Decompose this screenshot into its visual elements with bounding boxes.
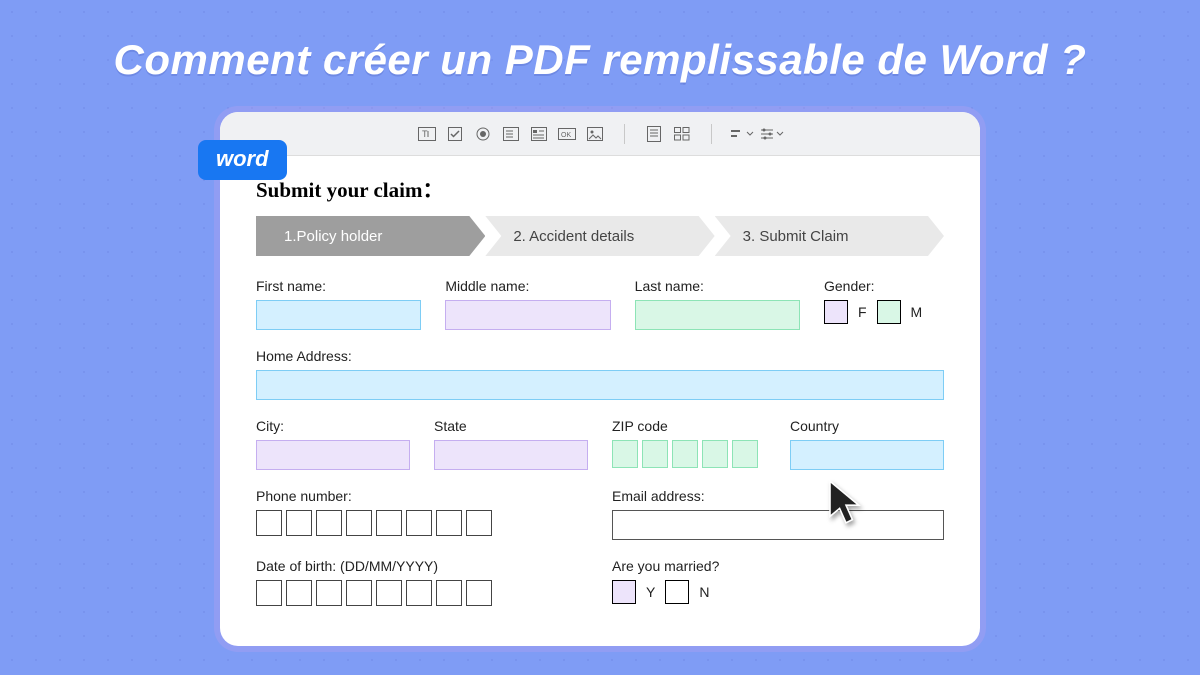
legacy-tools-icon[interactable]: [643, 124, 665, 144]
middle-name-label: Middle name:: [445, 278, 610, 294]
home-address-label: Home Address:: [256, 348, 944, 364]
zip-input[interactable]: [612, 440, 766, 468]
married-n-checkbox[interactable]: [665, 580, 689, 604]
radio-control-icon[interactable]: [472, 124, 494, 144]
gender-m-label: M: [911, 304, 923, 320]
married-n-label: N: [699, 584, 709, 600]
first-name-label: First name:: [256, 278, 421, 294]
dropdown-control-icon[interactable]: [528, 124, 550, 144]
phone-input[interactable]: [256, 510, 588, 536]
svg-text:T: T: [422, 129, 428, 139]
dob-label: Date of birth: (DD/MM/YYYY): [256, 558, 588, 574]
state-input[interactable]: [434, 440, 588, 470]
zip-label: ZIP code: [612, 418, 766, 434]
word-window: T OK Submit your claim： 1.Pol: [220, 112, 980, 646]
first-name-input[interactable]: [256, 300, 421, 330]
group-control-icon[interactable]: [671, 124, 693, 144]
middle-name-input[interactable]: [445, 300, 610, 330]
cursor-icon: [826, 478, 866, 526]
step-submit-claim[interactable]: 3. Submit Claim: [715, 216, 944, 256]
rich-text-control-icon[interactable]: T: [416, 124, 438, 144]
ribbon-toolbar: T OK: [220, 112, 980, 156]
step-indicator: 1.Policy holder 2. Accident details 3. S…: [256, 216, 944, 256]
step-accident-details[interactable]: 2. Accident details: [485, 216, 714, 256]
ribbon-separator: [624, 124, 625, 144]
date-picker-control-icon[interactable]: OK: [556, 124, 578, 144]
dob-input[interactable]: [256, 580, 588, 606]
last-name-input[interactable]: [635, 300, 800, 330]
married-label: Are you married?: [612, 558, 944, 574]
city-input[interactable]: [256, 440, 410, 470]
email-input[interactable]: [612, 510, 944, 540]
document-title: Submit your claim：: [256, 174, 944, 204]
document-body: Submit your claim： 1.Policy holder 2. Ac…: [220, 156, 980, 646]
email-label: Email address:: [612, 488, 944, 504]
svg-text:OK: OK: [561, 132, 571, 139]
country-input[interactable]: [790, 440, 944, 470]
gender-m-checkbox[interactable]: [877, 300, 901, 324]
checkbox-control-icon[interactable]: [444, 124, 466, 144]
city-label: City:: [256, 418, 410, 434]
phone-label: Phone number:: [256, 488, 588, 504]
gender-f-checkbox[interactable]: [824, 300, 848, 324]
step-policy-holder[interactable]: 1.Policy holder: [256, 216, 485, 256]
combobox-control-icon[interactable]: [500, 124, 522, 144]
word-tag: word: [198, 140, 287, 180]
gender-f-label: F: [858, 304, 867, 320]
last-name-label: Last name:: [635, 278, 800, 294]
home-address-input[interactable]: [256, 370, 944, 400]
married-y-checkbox[interactable]: [612, 580, 636, 604]
state-label: State: [434, 418, 588, 434]
country-label: Country: [790, 418, 944, 434]
picture-control-icon[interactable]: [584, 124, 606, 144]
ribbon-separator: [711, 124, 712, 144]
design-mode-icon[interactable]: [730, 124, 754, 144]
gender-label: Gender:: [824, 278, 944, 294]
document-container: word T OK Submit you: [220, 112, 980, 646]
page-headline: Comment créer un PDF remplissable de Wor…: [0, 0, 1200, 112]
married-y-label: Y: [646, 584, 655, 600]
properties-icon[interactable]: [760, 124, 784, 144]
